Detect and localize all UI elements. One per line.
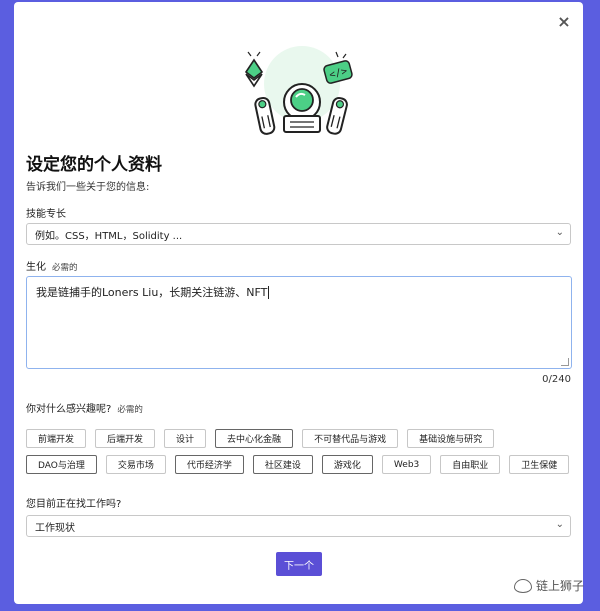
interest-chip[interactable]: 基础设施与研究: [407, 429, 495, 448]
watermark: 链上狮子: [513, 577, 584, 594]
interest-chip[interactable]: 设计: [164, 429, 207, 448]
interest-chip[interactable]: 交易市场: [105, 455, 166, 474]
char-counter: 0/240: [542, 374, 571, 385]
close-icon[interactable]: ×: [555, 12, 573, 31]
astronaut-illustration-icon: </>: [244, 46, 353, 135]
interests-required-tag: 必需的: [117, 405, 143, 415]
bio-required-tag: 必需的: [52, 263, 78, 273]
interest-chip[interactable]: Web3: [381, 455, 432, 474]
job-label: 您目前正在找工作吗?: [26, 499, 122, 510]
watermark-text: 链上狮子: [535, 579, 584, 593]
job-status-select[interactable]: 工作现状 ⌄: [26, 515, 571, 537]
skills-select[interactable]: 例如。CSS，HTML，Solidity ... ⌄: [26, 223, 571, 245]
interest-chip[interactable]: 卫生保健: [509, 455, 570, 474]
dialog-title: 设定您的个人资料: [26, 155, 162, 175]
chevron-down-icon: ⌄: [555, 227, 564, 238]
interest-chip[interactable]: 代币经济学: [174, 455, 244, 474]
interest-chip[interactable]: 游戏化: [321, 455, 373, 474]
wechat-icon: [513, 578, 532, 593]
text-cursor: [268, 286, 270, 299]
job-status-value: 工作现状: [35, 522, 75, 534]
next-button[interactable]: 下一个: [276, 552, 322, 576]
skills-placeholder: 例如。CSS，HTML，Solidity ...: [35, 230, 183, 242]
interests-label-text: 你对什么感兴趣呢?: [26, 404, 112, 415]
interest-chip[interactable]: DAO与治理: [26, 455, 97, 474]
interests-label: 你对什么感兴趣呢? 必需的: [26, 400, 143, 415]
bio-textarea[interactable]: 我是链捕手的Loners Liu，长期关注链游、NFT: [26, 276, 572, 369]
chevron-down-icon: ⌄: [555, 519, 564, 530]
resize-handle-icon[interactable]: [561, 358, 569, 366]
interest-chips: 前端开发 后端开发 设计 去中心化金融 不可替代品与游戏 基础设施与研究 DAO与治理 交易市…: [26, 429, 571, 474]
interest-chip[interactable]: 自由职业: [440, 455, 501, 474]
interest-chip[interactable]: 后端开发: [95, 429, 156, 448]
interest-chip[interactable]: 前端开发: [26, 429, 87, 448]
bio-text: 我是链捕手的Loners Liu，长期关注链游、NFT: [36, 286, 268, 299]
dialog-subtitle: 告诉我们一些关于您的信息:: [26, 182, 150, 193]
interest-chip[interactable]: 去中心化金融: [215, 429, 294, 448]
bio-label: 生化 必需的: [26, 258, 78, 273]
skills-label: 技能专长: [26, 209, 66, 220]
interest-chip[interactable]: 社区建设: [252, 455, 313, 474]
profile-dialog: × </> 设定您的个人资料 告诉我们一些关于您的信息: 技能专长 例如。CSS…: [14, 2, 583, 604]
interest-chip[interactable]: 不可替代品与游戏: [302, 429, 399, 448]
bio-label-text: 生化: [26, 262, 46, 273]
